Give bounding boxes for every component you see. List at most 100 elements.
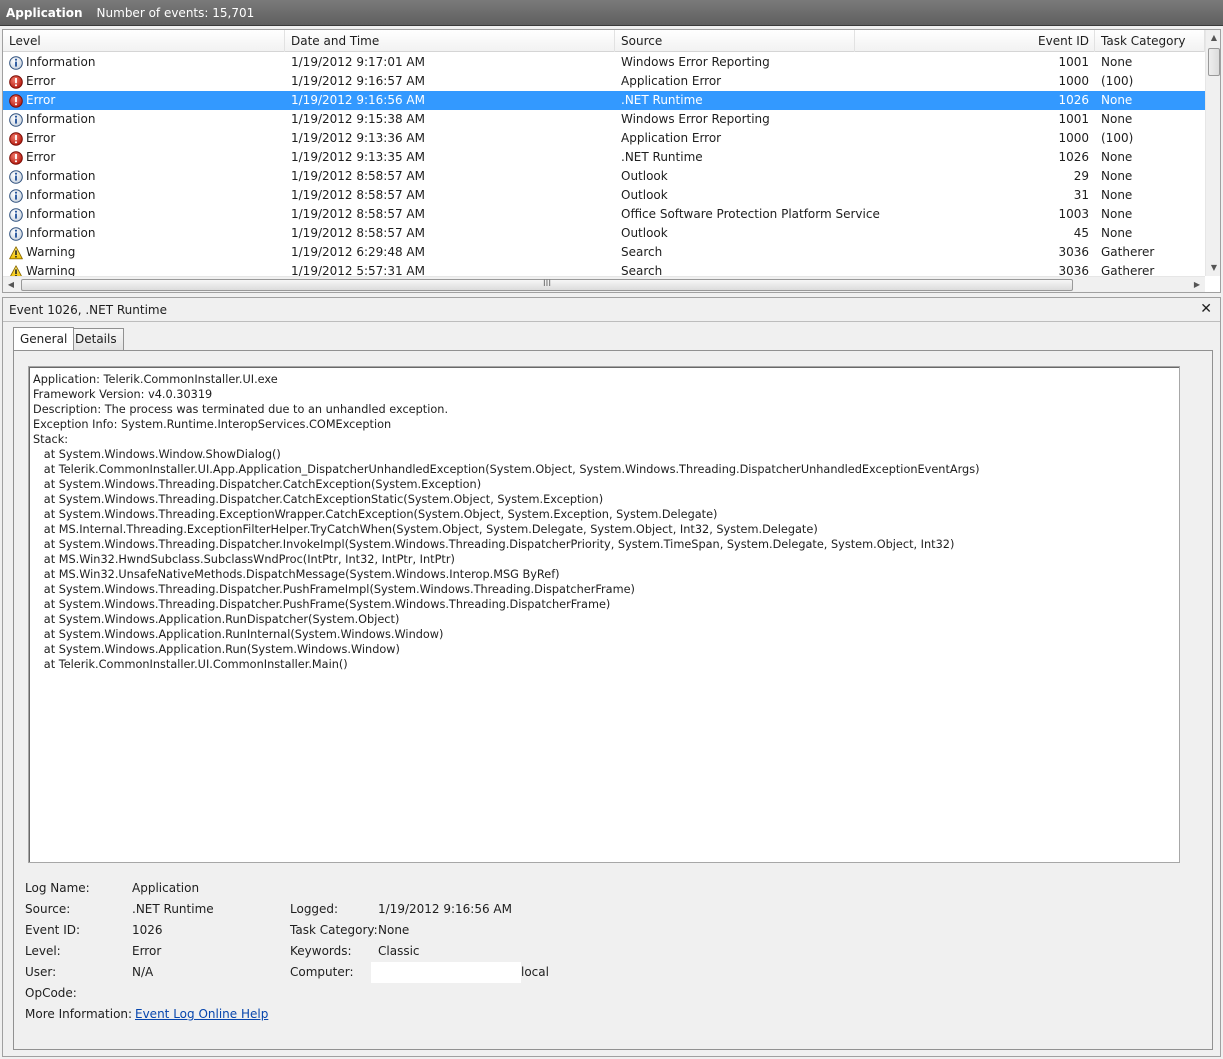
event-level-text: Information [26,188,96,202]
event-datetime-cell: 1/19/2012 9:13:36 AM [291,131,425,145]
event-level-cell: Information [3,205,285,224]
computer-label: Computer: [290,965,354,979]
event-message-box[interactable]: Application: Telerik.CommonInstaller.UI.… [28,366,1180,863]
event-eventid-cell: 3036 [1058,264,1089,277]
event-datetime-cell: 1/19/2012 8:58:57 AM [291,207,425,221]
tab-details[interactable]: Details [68,328,124,350]
message-line: at Telerik.CommonInstaller.UI.App.Applic… [33,463,980,476]
event-level-cell: Error [3,148,285,167]
column-date-time[interactable]: Date and Time [285,30,615,52]
event-eventid-cell: 1003 [1058,207,1089,221]
event-datetime-cell: 1/19/2012 9:16:57 AM [291,74,425,88]
information-icon [9,112,23,127]
scroll-down-arrow-icon[interactable]: ▼ [1206,260,1220,276]
event-count: Number of events: 15,701 [96,5,255,20]
message-line: at System.Windows.Threading.Dispatcher.C… [33,493,604,506]
close-icon[interactable]: ✕ [1200,301,1212,317]
event-datetime-cell: 1/19/2012 8:58:57 AM [291,226,425,240]
event-source-cell: Application Error [621,131,722,145]
event-category-cell: None [1101,226,1133,240]
horizontal-scrollbar[interactable]: ◀ III ▶ [3,276,1205,292]
scroll-right-arrow-icon[interactable]: ▶ [1189,277,1205,292]
vertical-scroll-thumb[interactable] [1208,48,1220,76]
event-row[interactable]: Information 1/19/2012 9:17:01 AM Windows E… [3,53,1205,72]
scroll-up-arrow-icon[interactable]: ▲ [1206,30,1220,46]
event-source-cell: Application Error [621,74,722,88]
column-event-id[interactable]: Event ID [855,30,1095,52]
level-value: Error [132,944,162,958]
event-category-cell: Gatherer [1101,245,1155,259]
event-id-label: Event ID: [25,923,81,937]
event-level-cell: Information [3,110,285,129]
event-level-cell: Information [3,53,285,72]
event-source-cell: .NET Runtime [621,150,703,164]
vertical-scrollbar[interactable]: ▲ ▼ [1205,30,1220,276]
computer-value-suffix: local [521,965,549,979]
horizontal-scroll-thumb[interactable]: III [21,279,1073,291]
event-category-cell: (100) [1101,74,1134,88]
information-icon [9,207,23,222]
event-level-text: Error [26,131,56,145]
user-value: N/A [132,965,154,979]
event-row[interactable]: Error 1/19/2012 9:13:35 AM .NET Runtime 102… [3,148,1205,167]
event-row[interactable]: Information 1/19/2012 8:58:57 AM Outlook 29… [3,167,1205,186]
event-source-cell: .NET Runtime [621,93,703,107]
event-source-cell: Windows Error Reporting [621,112,770,126]
event-level-text: Information [26,226,96,240]
redacted-computer-name [371,962,521,983]
event-eventid-cell: 3036 [1058,245,1089,259]
column-header: Level Date and Time Source Event ID Task… [3,30,1205,52]
more-information-label: More Information: [25,1007,133,1021]
event-level-cell: Warning [3,262,285,277]
event-datetime-cell: 1/19/2012 9:17:01 AM [291,55,425,69]
event-category-cell: None [1101,112,1133,126]
event-row[interactable]: Error 1/19/2012 9:16:56 AM .NET Runtime 102… [3,91,1205,110]
log-name-label: Log Name: [25,881,90,895]
event-datetime-cell: 1/19/2012 6:29:48 AM [291,245,425,259]
event-category-cell: None [1101,55,1133,69]
event-level-cell: Error [3,129,285,148]
error-icon [9,93,23,108]
event-eventid-cell: 1000 [1058,131,1089,145]
information-icon [9,55,23,70]
error-icon [9,131,23,146]
event-row[interactable]: Warning 1/19/2012 6:29:48 AM Search 3036 Gat… [3,243,1205,262]
event-row[interactable]: Information 1/19/2012 8:58:57 AM Office So… [3,205,1205,224]
event-level-text: Error [26,150,56,164]
event-detail-pane: Event 1026, .NET Runtime ✕ General Detai… [2,297,1221,1057]
tab-general[interactable]: General [13,327,75,350]
event-datetime-cell: 1/19/2012 8:58:57 AM [291,169,425,183]
message-line: at MS.Win32.HwndSubclass.SubclassWndProc… [33,553,455,566]
event-row[interactable]: Information 1/19/2012 8:58:57 AM Outlook 31… [3,186,1205,205]
event-row[interactable]: Error 1/19/2012 9:16:57 AM Application Err… [3,72,1205,91]
event-row[interactable]: Warning 1/19/2012 5:57:31 AM Search 3036 Gat… [3,262,1205,277]
event-eventid-cell: 1026 [1058,150,1089,164]
source-value: .NET Runtime [132,902,214,916]
event-eventid-cell: 1001 [1058,112,1089,126]
log-name-value: Application [132,881,200,895]
column-level[interactable]: Level [3,30,285,52]
message-line: Stack: [33,433,69,446]
event-list[interactable]: Level Date and Time Source Event ID Task… [2,29,1221,293]
opcode-label: OpCode: [25,986,77,1000]
event-level-text: Information [26,207,96,221]
column-source[interactable]: Source [615,30,855,52]
general-tab-panel: Application: Telerik.CommonInstaller.UI.… [13,350,1213,1050]
event-level-text: Warning [26,264,76,277]
event-log-online-help-link[interactable]: Event Log Online Help [135,1007,268,1021]
logged-label: Logged: [290,902,339,916]
event-eventid-cell: 45 [1073,226,1089,240]
event-row[interactable]: Information 1/19/2012 8:58:57 AM Outlook 45… [3,224,1205,243]
event-level-cell: Information [3,224,285,243]
event-level-cell: Error [3,72,285,91]
event-source-cell: Outlook [621,169,668,183]
user-label: User: [25,965,57,979]
scroll-left-arrow-icon[interactable]: ◀ [3,277,19,292]
divider [3,321,1220,322]
event-row[interactable]: Information 1/19/2012 9:15:38 AM Windows E… [3,110,1205,129]
event-row[interactable]: Error 1/19/2012 9:13:36 AM Application Err… [3,129,1205,148]
information-icon [9,188,23,203]
event-source-cell: Office Software Protection Platform Serv… [621,207,880,221]
column-task-category[interactable]: Task Category [1095,30,1205,52]
event-level-text: Information [26,169,96,183]
